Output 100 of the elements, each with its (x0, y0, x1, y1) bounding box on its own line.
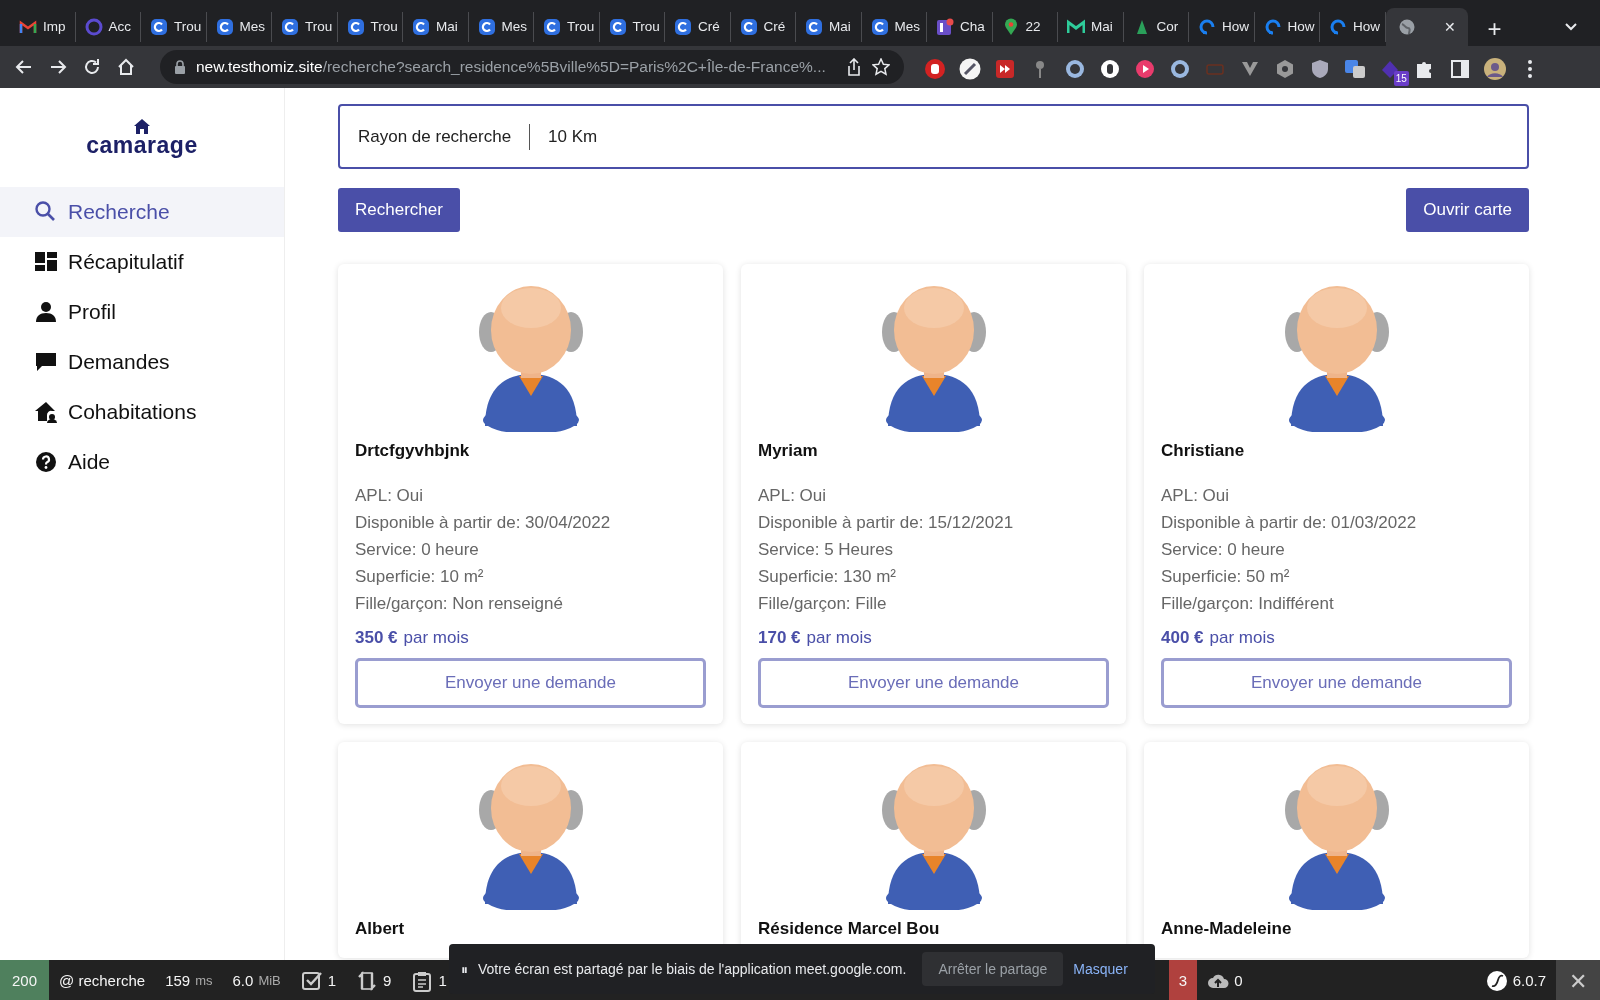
browser-tab[interactable]: Imp (10, 12, 76, 42)
c-logo-icon (477, 18, 496, 36)
tab-title: Trou (370, 17, 398, 36)
tab-title: Imp (43, 17, 66, 36)
sidebar-item[interactable]: Recherche (0, 187, 284, 237)
sidebar-item[interactable]: Récapitulatif (0, 237, 284, 287)
listing-name: Drtcfgyvhbjnk (355, 440, 471, 462)
listing-detail: Disponible à partir de: 01/03/2022 (1161, 511, 1418, 534)
stop-sharing-button[interactable]: Arrêter le partage (922, 952, 1064, 986)
tab-title: Trou (567, 17, 595, 36)
send-request-button[interactable]: Envoyer une demande (355, 658, 706, 708)
request-time[interactable]: 159 ms (155, 960, 223, 1000)
browser-tab[interactable]: Mes (861, 12, 927, 42)
browser-tab[interactable]: Cré (665, 12, 731, 42)
extension-icon[interactable] (958, 57, 981, 80)
checks-count[interactable]: 1 (327, 969, 337, 993)
extension-icon[interactable] (1098, 57, 1121, 80)
browser-tab[interactable]: Trou (272, 12, 338, 42)
tab-title: Trou (174, 17, 202, 36)
help-icon (34, 450, 58, 474)
c-logo-icon (346, 18, 365, 36)
uploads-count[interactable]: 0 (1234, 969, 1243, 993)
tab-title: Mai (436, 17, 458, 36)
browser-tab[interactable]: Cré (730, 12, 796, 42)
tab-title: Cha (960, 17, 985, 36)
browser-tab[interactable]: Trou (534, 12, 600, 42)
listing-detail: Service: 0 heure (355, 538, 480, 561)
tab-title: How (1222, 17, 1249, 36)
hide-button[interactable]: Masquer (1073, 958, 1128, 980)
play-icon[interactable] (1133, 57, 1156, 80)
sidebar-item[interactable]: Demandes (0, 337, 284, 387)
version-label[interactable]: 6.0.7 (1512, 969, 1546, 993)
avatar-icon[interactable] (1483, 57, 1506, 80)
listing-detail: Disponible à partir de: 15/12/2021 (758, 511, 1015, 534)
pause-icon: ⏸ (461, 958, 468, 980)
listing-name: Christiane (1161, 440, 1246, 462)
address-bar[interactable]: new.testhomiz.site/recherche?search_residence%5Bville%5D=Paris%2C+Île-de-France%... (160, 50, 904, 84)
browser-tab[interactable]: Trou (141, 12, 207, 42)
c-logo-icon (870, 18, 889, 36)
swirl-icon (1263, 18, 1282, 36)
new-tab-button[interactable]: + (1481, 16, 1508, 42)
browser-tab[interactable]: Trou (337, 12, 403, 42)
send-request-button[interactable]: Envoyer une demande (1161, 658, 1512, 708)
c-logo-icon (412, 18, 430, 36)
sidebar-item[interactable]: Cohabitations (0, 387, 284, 437)
c-logo-icon (215, 18, 234, 36)
house-logo-icon (134, 118, 150, 134)
side-panel-icon[interactable] (1448, 57, 1471, 80)
extension-icon[interactable] (1063, 57, 1086, 80)
field-label: Rayon de recherche (358, 125, 512, 148)
browser-tab[interactable]: 22 (992, 12, 1058, 42)
events-count[interactable]: 9 (383, 969, 392, 993)
lock-icon (174, 60, 186, 74)
error-count[interactable]: 3 (1168, 960, 1198, 1000)
tab-title: Trou (305, 17, 333, 36)
board-icon (936, 18, 954, 36)
listing-detail: Service: 5 Heures (758, 538, 895, 561)
close-tab-button[interactable]: ✕ (1443, 16, 1456, 38)
browser-tab[interactable]: Mai (403, 12, 469, 42)
price-amount: 350 € (355, 627, 398, 647)
c-logo-icon (150, 18, 168, 36)
c-logo-icon (805, 18, 823, 36)
status-code[interactable]: 200 (0, 960, 50, 1000)
browser-tab[interactable]: Mai (796, 12, 862, 42)
browser-tab[interactable]: How (1189, 12, 1255, 42)
listing-name: Résidence Marcel Bou (758, 918, 941, 940)
browser-tab[interactable]: Mes (206, 12, 272, 42)
close-toolbar-button[interactable]: ✕ (1556, 960, 1600, 1000)
share-icon (845, 58, 862, 76)
search-button[interactable]: Rechercher (338, 188, 460, 232)
sidebar-item[interactable]: Profil (0, 287, 284, 337)
tab-title: Cor (1156, 17, 1179, 36)
browser-tab[interactable]: Mes (468, 12, 534, 42)
reload-icon[interactable] (82, 57, 102, 77)
open-map-button[interactable]: Ouvrir carte (1406, 188, 1529, 232)
ring-icon (84, 18, 103, 36)
memory-usage[interactable]: 6.0 MiB (222, 960, 291, 1000)
browser-tab[interactable]: Cor (1123, 12, 1189, 42)
star-icon (871, 58, 890, 76)
tab-title: How (1353, 17, 1380, 36)
browser-tab[interactable]: Cha (927, 12, 993, 42)
browser-tab[interactable]: Mai (1058, 12, 1124, 42)
logs-count[interactable]: 1 (438, 969, 447, 993)
browser-tab[interactable]: Acc (75, 12, 141, 42)
price-period: par mois (403, 627, 469, 647)
route-name[interactable]: @ recherche (49, 960, 156, 1000)
home-icon[interactable] (116, 57, 136, 77)
swirl-icon (1198, 18, 1216, 36)
fast-forward-icon[interactable] (993, 57, 1016, 80)
sidebar-item[interactable]: Aide (0, 437, 284, 487)
browser-tab[interactable]: ✕ (1385, 8, 1468, 46)
listing-detail: Fille/garçon: Indifférent (1161, 592, 1335, 615)
browser-tab[interactable]: How (1254, 12, 1320, 42)
tab-title: How (1287, 17, 1315, 36)
browser-tab[interactable]: How (1320, 12, 1386, 42)
send-request-button[interactable]: Envoyer une demande (758, 658, 1109, 708)
extension-icon[interactable] (1168, 57, 1191, 80)
avatar-icon (881, 286, 986, 432)
browser-tab[interactable]: Trou (599, 12, 665, 42)
tab-title: Mes (239, 17, 265, 36)
